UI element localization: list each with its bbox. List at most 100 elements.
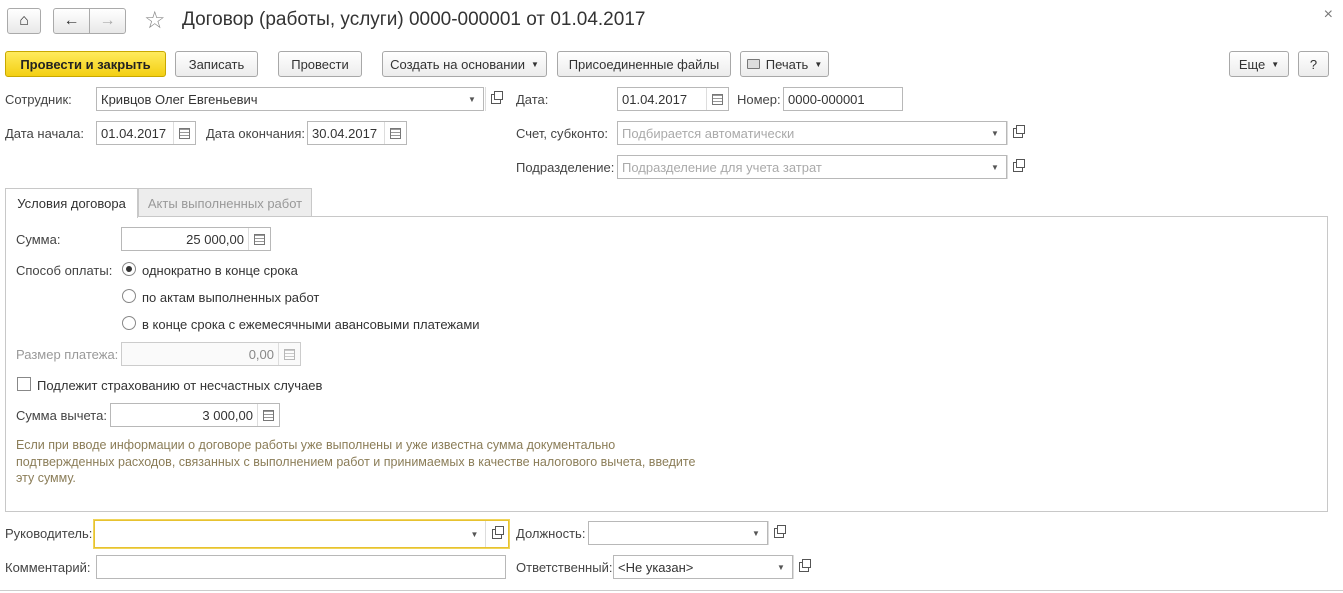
division-open-button[interactable]: [1007, 155, 1027, 179]
payment-option-once-radio[interactable]: [122, 262, 136, 276]
comment-field[interactable]: [96, 555, 506, 579]
responsible-label: Ответственный:: [516, 560, 613, 575]
sum-field[interactable]: 25 000,00: [121, 227, 271, 251]
calendar-icon: [179, 127, 190, 139]
deduction-hint: Если при вводе информации о договоре раб…: [16, 438, 696, 485]
employee-value: Кривцов Олег Евгеньевич: [101, 91, 258, 107]
calendar-button[interactable]: [384, 122, 406, 144]
payment-option-advance-label[interactable]: в конце срока с ежемесячными авансовыми …: [142, 317, 480, 332]
chevron-down-icon[interactable]: ▼: [984, 156, 1006, 178]
post-label: Провести: [291, 56, 349, 72]
attached-files-label: Присоединенные файлы: [568, 56, 720, 72]
tab-label: Условия договора: [17, 196, 126, 211]
payment-option-acts-radio[interactable]: [122, 289, 136, 303]
calculator-button[interactable]: [248, 228, 270, 250]
tab-contract-conditions[interactable]: Условия договора: [5, 188, 138, 218]
calculator-icon: [284, 348, 295, 360]
more-label: Еще: [1238, 56, 1266, 72]
payment-option-once-label[interactable]: однократно в конце срока: [142, 263, 298, 278]
number-label: Номер:: [737, 92, 781, 107]
account-placeholder: Подбирается автоматически: [622, 125, 795, 141]
responsible-value: <Не указан>: [618, 559, 694, 575]
home-button[interactable]: ⌂: [7, 8, 41, 34]
payment-option-acts-label[interactable]: по актам выполненных работ: [142, 290, 319, 305]
division-placeholder: Подразделение для учета затрат: [622, 159, 822, 175]
printer-icon: [746, 59, 760, 69]
calculator-button[interactable]: [257, 404, 279, 426]
calculator-icon: [263, 409, 274, 421]
save-button[interactable]: Записать: [175, 51, 258, 77]
chevron-down-icon[interactable]: ▼: [461, 88, 483, 110]
start-date-field[interactable]: 01.04.2017: [96, 121, 196, 145]
calendar-icon: [390, 127, 401, 139]
position-field[interactable]: ▼: [588, 521, 768, 545]
more-button[interactable]: Еще ▼: [1229, 51, 1289, 77]
post-button[interactable]: Провести: [278, 51, 362, 77]
create-based-on-label: Создать на основании: [390, 56, 525, 72]
print-button[interactable]: Печать ▼: [740, 51, 829, 77]
calendar-icon: [712, 93, 723, 105]
calculator-icon: [254, 233, 265, 245]
back-button[interactable]: ←: [53, 8, 90, 34]
payment-option-advance-radio[interactable]: [122, 316, 136, 330]
employee-field[interactable]: Кривцов Олег Евгеньевич ▼: [96, 87, 484, 111]
chevron-down-icon[interactable]: ▼: [984, 122, 1006, 144]
division-field[interactable]: Подразделение для учета затрат ▼: [617, 155, 1007, 179]
responsible-field[interactable]: <Не указан> ▼: [613, 555, 793, 579]
attached-files-button[interactable]: Присоединенные файлы: [557, 51, 731, 77]
deduction-value: 3 000,00: [202, 407, 253, 423]
deduction-field[interactable]: 3 000,00: [110, 403, 280, 427]
date-field[interactable]: 01.04.2017: [617, 87, 729, 111]
print-label: Печать: [765, 56, 809, 72]
account-label: Счет, субконто:: [516, 126, 609, 141]
help-button[interactable]: ?: [1298, 51, 1329, 77]
account-field[interactable]: Подбирается автоматически ▼: [617, 121, 1007, 145]
calendar-button[interactable]: [706, 88, 728, 110]
bottom-divider: [0, 590, 1343, 591]
start-date-value: 01.04.2017: [101, 125, 167, 141]
start-date-label: Дата начала:: [5, 126, 84, 141]
payment-method-label: Способ оплаты:: [16, 263, 113, 278]
responsible-open-button[interactable]: [793, 555, 813, 579]
chevron-down-icon[interactable]: ▼: [464, 521, 486, 547]
chevron-down-icon: ▼: [530, 59, 539, 69]
chevron-down-icon: ▼: [1271, 59, 1280, 69]
calendar-button[interactable]: [173, 122, 195, 144]
chevron-down-icon[interactable]: ▼: [745, 522, 767, 544]
end-date-field[interactable]: 30.04.2017: [307, 121, 407, 145]
account-open-button[interactable]: [1007, 121, 1027, 145]
open-form-icon: [490, 91, 503, 104]
sum-value: 25 000,00: [186, 231, 244, 247]
post-and-close-button[interactable]: Провести и закрыть: [5, 51, 166, 77]
manager-open-button[interactable]: [486, 521, 508, 547]
employee-open-button[interactable]: [485, 87, 505, 111]
division-label: Подразделение:: [516, 160, 615, 175]
number-field[interactable]: 0000-000001: [783, 87, 903, 111]
manager-field[interactable]: ▼: [94, 520, 509, 548]
post-and-close-label: Провести и закрыть: [20, 56, 151, 72]
insurance-label[interactable]: Подлежит страхованию от несчастных случа…: [37, 378, 322, 393]
open-form-icon: [1012, 159, 1025, 172]
tab-work-acts[interactable]: Акты выполненных работ: [138, 188, 312, 217]
forward-button[interactable]: →: [89, 8, 126, 34]
save-label: Записать: [188, 56, 245, 72]
position-open-button[interactable]: [768, 521, 788, 545]
close-icon[interactable]: ×: [1324, 6, 1333, 24]
comment-label: Комментарий:: [5, 560, 91, 575]
open-form-icon: [773, 525, 786, 538]
page-title: Договор (работы, услуги) 0000-000001 от …: [182, 9, 646, 30]
sum-label: Сумма:: [16, 232, 61, 247]
insurance-checkbox[interactable]: [17, 377, 31, 391]
chevron-down-icon[interactable]: ▼: [770, 556, 792, 578]
payment-size-value: 0,00: [248, 346, 274, 362]
payment-size-field: 0,00: [121, 342, 301, 366]
home-icon: ⌂: [19, 12, 29, 29]
favorite-star-icon[interactable]: ☆: [144, 6, 166, 35]
open-form-icon: [492, 526, 504, 539]
help-label: ?: [1309, 56, 1318, 72]
number-value: 0000-000001: [788, 91, 865, 107]
create-based-on-button[interactable]: Создать на основании ▼: [382, 51, 547, 77]
tab-label: Акты выполненных работ: [147, 195, 303, 211]
arrow-left-icon: ←: [63, 12, 80, 29]
end-date-value: 30.04.2017: [312, 125, 378, 141]
